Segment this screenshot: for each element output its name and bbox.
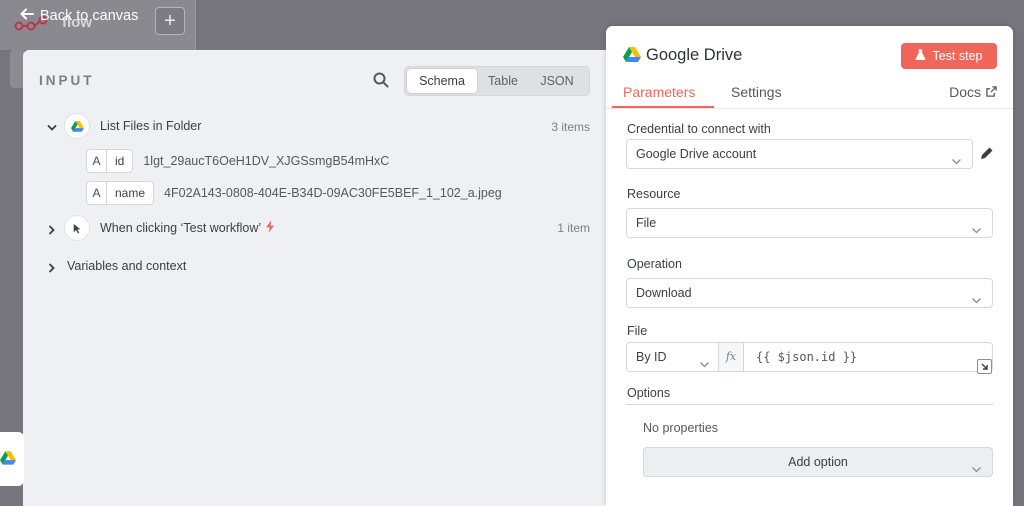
schema-field-row: A id 1lgt_29aucT6OeH1DV_XJGSsmgB54mHxC bbox=[86, 148, 389, 174]
node-parameters-panel: Google Drive Test step Parameters Settin… bbox=[606, 26, 1013, 506]
no-properties-text: No properties bbox=[643, 421, 719, 435]
expand-editor-icon[interactable] bbox=[977, 359, 992, 374]
chevron-down-icon bbox=[971, 457, 982, 473]
chevron-down-icon[interactable] bbox=[47, 121, 57, 131]
test-step-button[interactable]: Test step bbox=[901, 43, 997, 69]
resource-value: File bbox=[636, 216, 657, 230]
credential-label: Credential to connect with bbox=[627, 122, 771, 136]
chevron-down-icon bbox=[699, 352, 710, 368]
resource-select[interactable]: File bbox=[626, 208, 993, 238]
field-name: name bbox=[115, 186, 146, 200]
cursor-pointer-icon bbox=[65, 216, 89, 240]
arrow-left-icon bbox=[20, 7, 34, 25]
search-icon[interactable] bbox=[373, 72, 389, 88]
items-count: 3 items bbox=[551, 120, 590, 134]
field-chip[interactable]: A id bbox=[86, 149, 134, 173]
schema-field-row: A name 4F02A143-0808-404E-B34D-09AC30FE5… bbox=[86, 180, 502, 206]
pencil-icon[interactable] bbox=[979, 146, 994, 161]
items-count: 1 item bbox=[557, 221, 590, 235]
add-node-button[interactable]: + bbox=[155, 7, 185, 35]
node-title[interactable]: Google Drive bbox=[646, 46, 742, 65]
chevron-down-icon bbox=[951, 149, 962, 165]
back-to-canvas-label: Back to canvas bbox=[40, 8, 139, 24]
add-option-button[interactable]: Add option bbox=[643, 447, 993, 477]
test-step-label: Test step bbox=[932, 49, 983, 63]
add-option-label: Add option bbox=[788, 455, 848, 469]
credential-select[interactable]: Google Drive account bbox=[626, 139, 973, 169]
operation-select[interactable]: Download bbox=[626, 278, 993, 308]
google-drive-icon bbox=[65, 114, 89, 138]
file-mode-value: By ID bbox=[636, 350, 667, 364]
canvas-node bbox=[10, 50, 24, 88]
google-drive-canvas-node[interactable] bbox=[0, 432, 24, 486]
back-to-canvas-link[interactable]: Back to canvas bbox=[20, 7, 138, 25]
field-chip[interactable]: A name bbox=[86, 181, 155, 205]
tree-node-label: When clicking ‘Test workflow’ bbox=[100, 221, 262, 235]
google-drive-icon bbox=[623, 46, 641, 62]
operation-label: Operation bbox=[627, 257, 682, 271]
options-divider bbox=[626, 404, 993, 405]
chevron-down-icon bbox=[971, 288, 982, 304]
field-name: id bbox=[115, 154, 125, 168]
file-id-expression-input[interactable]: {{ $json.id }} bbox=[743, 342, 993, 372]
input-panel: INPUT Schema Table JSON List Files in Fo… bbox=[23, 50, 613, 506]
tab-settings[interactable]: Settings bbox=[731, 84, 782, 100]
view-mode-toggle: Schema Table JSON bbox=[404, 66, 590, 96]
tree-node-label: Variables and context bbox=[67, 259, 187, 273]
active-tab-indicator bbox=[612, 106, 714, 108]
flask-icon bbox=[915, 49, 926, 63]
google-drive-icon bbox=[0, 450, 16, 468]
docs-label: Docs bbox=[949, 84, 981, 100]
expression-fx-icon: fx bbox=[718, 342, 744, 372]
file-label: File bbox=[627, 324, 648, 338]
chevron-right-icon[interactable] bbox=[47, 261, 57, 273]
field-value: 1lgt_29aucT6OeH1DV_XJGSsmgB54mHxC bbox=[143, 154, 390, 168]
lightning-bolt-icon bbox=[266, 220, 275, 236]
tree-node-variables[interactable]: Variables and context bbox=[47, 253, 186, 279]
file-mode-select[interactable]: By ID bbox=[626, 342, 719, 372]
parameters-form: Credential to connect with Google Drive … bbox=[606, 109, 1013, 506]
chevron-down-icon bbox=[971, 218, 982, 234]
tree-node-label: List Files in Folder bbox=[100, 119, 202, 133]
view-json-option[interactable]: JSON bbox=[529, 69, 585, 93]
chevron-right-icon[interactable] bbox=[47, 223, 57, 235]
field-value: 4F02A143-0808-404E-B34D-09AC30FE5BEF_1_1… bbox=[164, 186, 502, 200]
resource-label: Resource bbox=[627, 187, 681, 201]
string-type-icon: A bbox=[87, 150, 107, 172]
external-link-icon bbox=[986, 84, 997, 100]
view-schema-option[interactable]: Schema bbox=[407, 69, 477, 93]
credential-value: Google Drive account bbox=[636, 147, 757, 161]
panel-header: Google Drive Test step Parameters Settin… bbox=[606, 26, 1013, 109]
operation-value: Download bbox=[636, 286, 692, 300]
tab-parameters[interactable]: Parameters bbox=[623, 84, 695, 100]
string-type-icon: A bbox=[87, 182, 107, 204]
tree-node-list-files[interactable]: List Files in Folder bbox=[47, 113, 597, 139]
tree-node-manual-trigger[interactable]: When clicking ‘Test workflow’ bbox=[47, 215, 275, 241]
view-table-option[interactable]: Table bbox=[477, 69, 529, 93]
docs-link[interactable]: Docs bbox=[949, 84, 997, 100]
input-title: INPUT bbox=[39, 73, 95, 88]
options-label: Options bbox=[627, 386, 671, 400]
